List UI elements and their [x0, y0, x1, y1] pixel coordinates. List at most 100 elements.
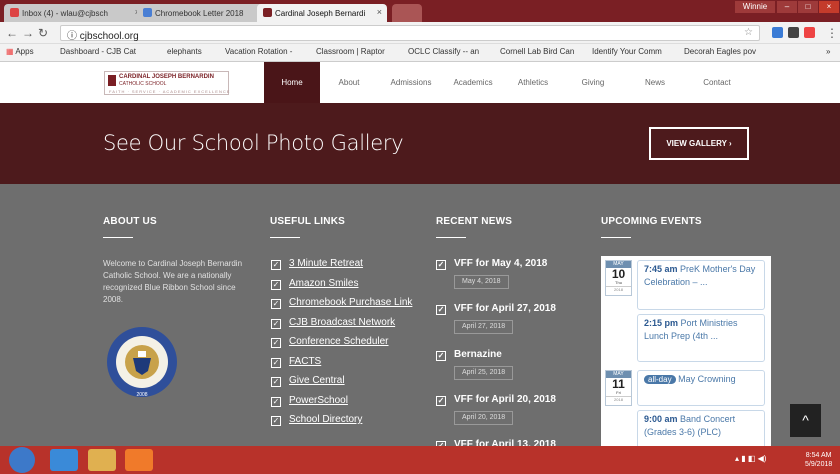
checkbox-icon: ✓ [436, 351, 446, 361]
docs-icon [143, 8, 152, 17]
back-arrow-icon[interactable]: ← [6, 26, 18, 40]
reload-icon[interactable]: ↻ [38, 26, 48, 40]
gmail-icon [10, 8, 19, 17]
checkbox-icon: ✓ [436, 260, 446, 270]
address-toolbar: ← → ↻ ⓘ cjbschool.org ☆ ⋮ [0, 22, 840, 44]
system-tray-icons[interactable]: ▴ ▮ ◧ ◀) [735, 454, 766, 463]
date-badge: MAY 11 Fri 2018 [605, 370, 632, 406]
tab-gmail[interactable]: Inbox (4) - wlau@cjbsch × [4, 4, 145, 22]
bookmark-classroom[interactable]: Classroom | Raptor [316, 47, 385, 56]
apps-grid-icon: ▦ [6, 47, 14, 56]
nav-about[interactable]: About [330, 62, 368, 103]
checkbox-icon: ✓ [271, 416, 281, 426]
maximize-button[interactable]: □ [798, 1, 818, 13]
link-powerschool[interactable]: ✓ PowerSchool [271, 395, 348, 407]
about-us-heading: ABOUT US [103, 216, 157, 227]
close-window-button[interactable]: × [819, 1, 839, 13]
link-give-central[interactable]: ✓ Give Central [271, 375, 345, 387]
event-card[interactable]: 2:15 pm Port Ministries Lunch Prep (4th … [637, 314, 765, 362]
nav-athletics[interactable]: Athletics [510, 62, 556, 103]
browser-tab-bar: Inbox (4) - wlau@cjbsch × Chromebook Let… [0, 0, 840, 22]
tab-cjb-school[interactable]: Cardinal Joseph Bernardi × [257, 4, 387, 22]
link-cjb-broadcast[interactable]: ✓ CJB Broadcast Network [271, 317, 395, 329]
news-item[interactable]: ✓ VFF for April 27, 2018 [436, 303, 556, 315]
bookmark-elephants[interactable]: elephants [167, 47, 202, 56]
back-to-top-button[interactable]: ^ [790, 404, 821, 437]
bookmark-dashboard[interactable]: Dashboard - CJB Cat [60, 47, 136, 56]
bookmark-decorah[interactable]: Decorah Eagles pov [684, 47, 756, 56]
news-date: April 27, 2018 [454, 320, 514, 334]
divider [436, 237, 466, 238]
upcoming-events-heading: UPCOMING EVENTS [601, 216, 702, 227]
nav-admissions[interactable]: Admissions [385, 62, 437, 103]
close-tab-icon[interactable]: × [377, 7, 382, 17]
logo-line1: CARDINAL JOSEPH BERNARDIN [119, 74, 214, 80]
logo-tagline: FAITH · SERVICE · ACADEMIC EXCELLENCE [109, 89, 231, 94]
link-school-directory[interactable]: ✓ School Directory [271, 414, 362, 426]
news-date: April 25, 2018 [454, 366, 514, 380]
tab-label: Cardinal Joseph Bernardi [275, 9, 366, 18]
minimize-button[interactable]: – [777, 1, 797, 13]
checkbox-icon: ✓ [271, 299, 281, 309]
bookmark-star-icon[interactable]: ☆ [744, 27, 753, 38]
checkbox-icon: ✓ [436, 305, 446, 315]
useful-links-heading: USEFUL LINKS [270, 216, 345, 227]
bookmark-oclc[interactable]: OCLC Classify -- an [408, 47, 479, 56]
site-header: CARDINAL JOSEPH BERNARDIN CATHOLIC SCHOO… [0, 62, 840, 103]
start-button-icon[interactable] [9, 447, 35, 473]
new-tab-button[interactable] [392, 4, 422, 22]
firefox-taskbar-icon[interactable] [125, 449, 153, 471]
nav-giving[interactable]: Giving [573, 62, 613, 103]
apps-bookmark[interactable]: ▦ Apps [6, 47, 34, 56]
bookmark-cornell[interactable]: Cornell Lab Bird Can [500, 47, 574, 56]
nav-academics[interactable]: Academics [448, 62, 498, 103]
blue-ribbon-seal-icon: 2008 [107, 327, 177, 398]
taskbar-clock[interactable]: 8:54 AM 5/9/2018 [805, 451, 832, 469]
user-profile-button[interactable]: Winnie [735, 1, 775, 13]
clock-time: 8:54 AM [805, 452, 832, 459]
tab-label: Chromebook Letter 2018 [155, 9, 244, 18]
news-item[interactable]: ✓ VFF for May 4, 2018 [436, 258, 547, 270]
recent-news-heading: RECENT NEWS [436, 216, 513, 227]
forward-arrow-icon[interactable]: → [22, 26, 34, 40]
news-item[interactable]: ✓ Bernazine [436, 349, 502, 361]
event-card[interactable]: 9:00 am Band Concert (Grades 3-6) (PLC) [637, 410, 765, 446]
extension-icon[interactable] [772, 27, 783, 38]
nav-contact[interactable]: Contact [694, 62, 740, 103]
clock-date: 5/9/2018 [805, 461, 833, 468]
about-text: Welcome to Cardinal Joseph Bernardin Cat… [103, 259, 243, 304]
news-item[interactable]: ✓ VFF for April 20, 2018 [436, 394, 556, 406]
checkbox-icon: ✓ [271, 280, 281, 290]
link-chromebook-purchase[interactable]: ✓ Chromebook Purchase Link [271, 297, 412, 309]
extension-icon[interactable] [788, 27, 799, 38]
url-input[interactable]: ⓘ cjbschool.org ☆ [60, 25, 760, 42]
link-conference-scheduler[interactable]: ✓ Conference Scheduler [271, 336, 389, 348]
checkbox-icon: ✓ [271, 358, 281, 368]
event-card[interactable]: all-day May Crowning [637, 370, 765, 406]
bookmark-identify[interactable]: Identify Your Comm [592, 47, 662, 56]
view-gallery-button[interactable]: VIEW GALLERY › [649, 127, 749, 160]
banner-title: See Our School Photo Gallery [103, 131, 404, 155]
date-badge: MAY 10 Thu 2018 [605, 260, 632, 296]
ie-taskbar-icon[interactable] [50, 449, 78, 471]
checkbox-icon: ✓ [436, 396, 446, 406]
divider [103, 237, 133, 238]
school-favicon-icon [263, 8, 272, 17]
bookmark-vacation[interactable]: Vacation Rotation - [225, 47, 292, 56]
link-3-minute-retreat[interactable]: ✓ 3 Minute Retreat [271, 258, 363, 270]
school-logo[interactable]: CARDINAL JOSEPH BERNARDIN CATHOLIC SCHOO… [104, 71, 229, 95]
checkbox-icon: ✓ [271, 377, 281, 387]
link-facts[interactable]: ✓ FACTS [271, 356, 321, 368]
windows-taskbar: ▴ ▮ ◧ ◀) 8:54 AM 5/9/2018 [0, 446, 840, 474]
menu-icon[interactable]: ⋮ [826, 26, 838, 40]
extension-icon[interactable] [804, 27, 815, 38]
news-date: April 20, 2018 [454, 411, 514, 425]
logo-line2: CATHOLIC SCHOOL [119, 81, 167, 87]
link-amazon-smiles[interactable]: ✓ Amazon Smiles [271, 278, 358, 290]
nav-home[interactable]: Home [264, 62, 320, 103]
event-card[interactable]: 7:45 am PreK Mother's Day Celebration – … [637, 260, 765, 310]
nav-news[interactable]: News [635, 62, 675, 103]
tab-chromebook-letter[interactable]: Chromebook Letter 2018 × [137, 4, 267, 22]
explorer-taskbar-icon[interactable] [88, 449, 116, 471]
bookmarks-overflow[interactable]: » [826, 47, 830, 56]
